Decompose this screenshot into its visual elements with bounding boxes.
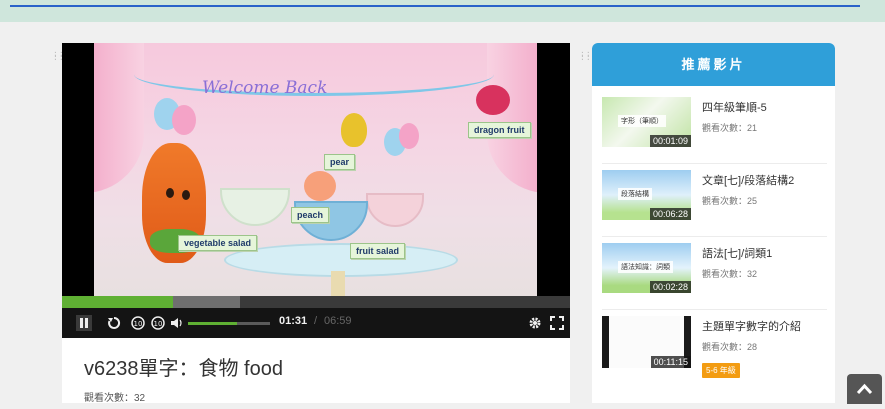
- replay-icon[interactable]: [107, 315, 121, 331]
- duration-time: 06:59: [324, 315, 352, 327]
- recommended-item[interactable]: 段落結構 00:06:28 文章[七]/段落結構2 觀看次數：25: [602, 164, 827, 237]
- recommended-title[interactable]: 文章[七]/段落結構2: [702, 172, 794, 188]
- volume-level: [188, 322, 238, 325]
- label-peach: peach: [291, 207, 330, 223]
- progress-fill: [62, 296, 173, 308]
- label-vegetable-salad: vegetable salad: [178, 235, 258, 251]
- thumbnail-duration: 00:11:15: [650, 356, 691, 368]
- volume-icon[interactable]: [169, 315, 185, 331]
- video-card: Welcome Back dragon fruit pear peach veg…: [62, 43, 570, 404]
- recommended-views: 觀看次數：28: [702, 342, 758, 352]
- top-link[interactable]: [10, 0, 860, 7]
- recommended-title[interactable]: 主題單字數字的介紹: [702, 318, 801, 334]
- recommended-views: 觀看次數：21: [702, 123, 758, 133]
- balloon: [399, 123, 419, 149]
- label-fruit-salad: fruit salad: [350, 243, 406, 259]
- balloon: [172, 105, 196, 135]
- recommended-panel: 推薦影片 字形（筆順） 00:01:09 四年級筆順-5 觀看次數：21 段落結…: [592, 43, 835, 403]
- scroll-to-top-button[interactable]: [847, 374, 882, 404]
- rewind-10-icon[interactable]: 10: [130, 315, 146, 331]
- pear-image: [341, 113, 367, 147]
- volume-slider[interactable]: [188, 322, 270, 325]
- thumbnail-duration: 00:02:28: [649, 281, 691, 293]
- thumbnail-duration: 00:06:28: [649, 208, 691, 220]
- current-time: 01:31: [279, 315, 308, 327]
- peach-image: [304, 171, 336, 201]
- vegetable-salad-bowl: [220, 188, 290, 226]
- video-thumbnail[interactable]: 字形（筆順） 00:01:09: [602, 97, 691, 147]
- recommended-item[interactable]: 字形（筆順） 00:01:09 四年級筆順-5 觀看次數：21: [602, 91, 827, 164]
- recommended-item[interactable]: 00:11:15 主題單字數字的介紹 觀看次數：28 5-6 年級: [602, 310, 827, 400]
- video-thumbnail[interactable]: 語法知識：詞類 00:02:28: [602, 243, 691, 293]
- table-leg: [331, 271, 345, 296]
- welcome-text: Welcome Back: [202, 78, 328, 98]
- label-pear: pear: [324, 154, 356, 170]
- time-separator: /: [314, 315, 318, 327]
- forward-10-icon[interactable]: 10: [150, 315, 166, 331]
- recommended-title[interactable]: 四年級筆順-5: [702, 99, 767, 115]
- fruit-salad-bowl: [366, 193, 424, 227]
- thumbnail-caption: 語法知識：詞類: [618, 261, 673, 273]
- carrot-eye: [166, 188, 174, 198]
- carrot-eye: [182, 190, 190, 200]
- video-title: v6238單字：食物 food: [84, 358, 283, 380]
- pause-icon[interactable]: [76, 315, 92, 331]
- recommended-heading: 推薦影片: [592, 43, 835, 86]
- drag-handle-right[interactable]: ::::: [580, 50, 592, 62]
- control-bar: 10 10 01:31 / 06:59: [62, 308, 570, 338]
- chevron-up-icon: [856, 383, 873, 395]
- label-dragon-fruit: dragon fruit: [468, 122, 531, 138]
- svg-text:10: 10: [134, 320, 143, 328]
- recommended-title[interactable]: 語法[七]/詞類1: [702, 245, 772, 261]
- recommended-item[interactable]: 語法知識：詞類 00:02:28 語法[七]/詞類1 觀看次數：32: [602, 237, 827, 310]
- recommended-views: 觀看次數：25: [702, 196, 758, 206]
- video-views: 觀看次數：32: [84, 393, 146, 404]
- recommended-views: 觀看次數：32: [702, 269, 758, 279]
- thumbnail-caption: 字形（筆順）: [618, 115, 666, 127]
- fullscreen-icon[interactable]: [549, 315, 565, 331]
- video-thumbnail[interactable]: 段落結構 00:06:28: [602, 170, 691, 220]
- video-thumbnail[interactable]: 00:11:15: [602, 316, 691, 368]
- grade-badge: 5-6 年級: [702, 363, 740, 378]
- thumbnail-caption: 段落結構: [618, 188, 652, 200]
- thumbnail-duration: 00:01:09: [649, 135, 691, 147]
- gear-icon[interactable]: [527, 315, 543, 331]
- video-frame[interactable]: Welcome Back dragon fruit pear peach veg…: [94, 43, 537, 296]
- video-player[interactable]: Welcome Back dragon fruit pear peach veg…: [62, 43, 570, 338]
- svg-text:10: 10: [154, 320, 163, 328]
- dragon-fruit-image: [476, 85, 510, 115]
- curtain-right: [487, 43, 537, 193]
- progress-bar[interactable]: [62, 296, 570, 308]
